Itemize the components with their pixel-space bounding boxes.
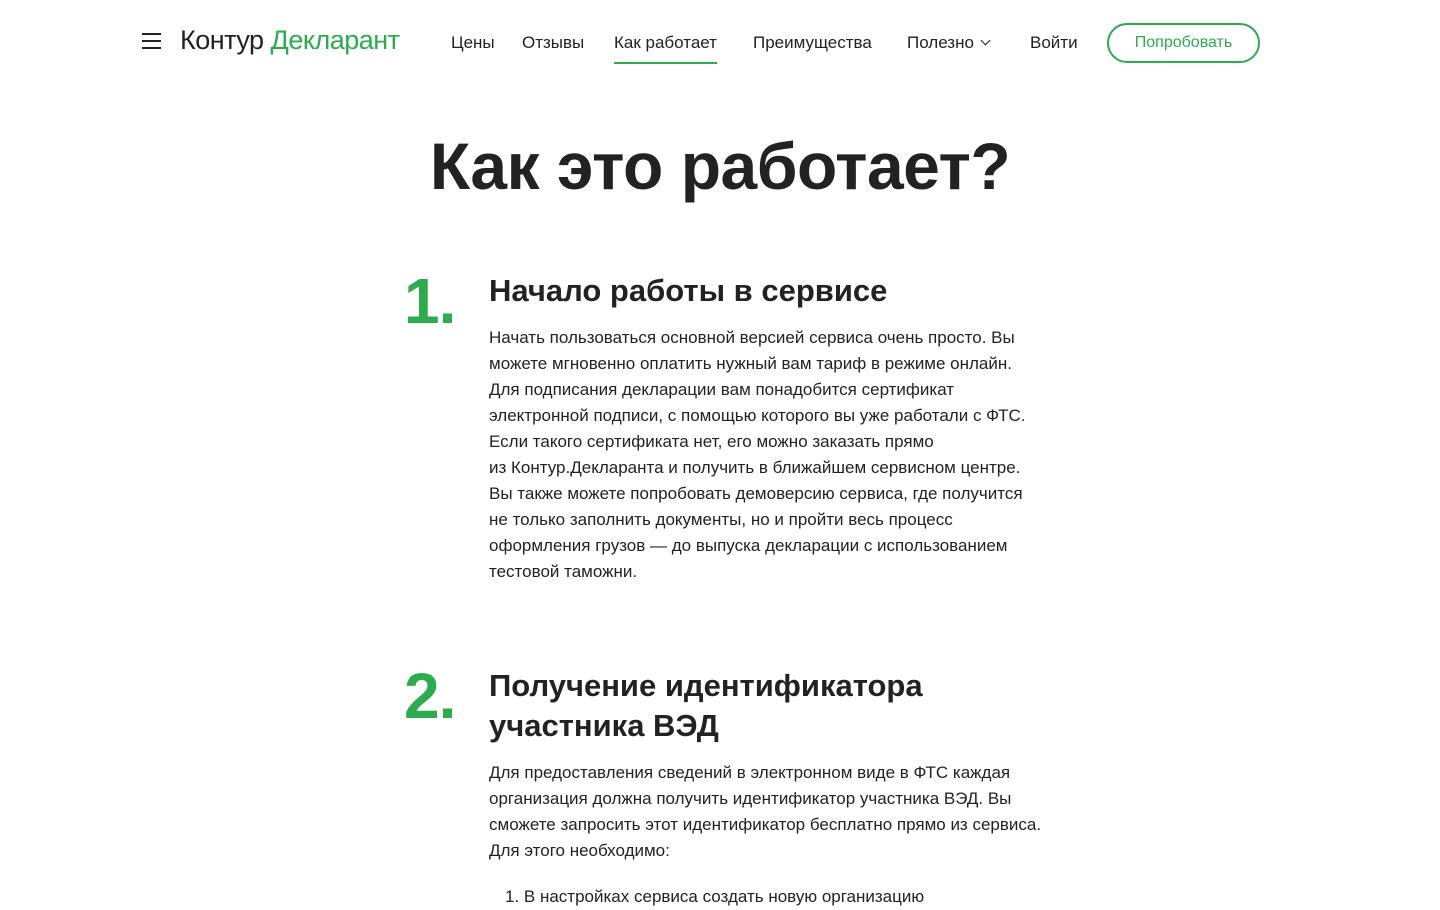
text-line: можете мгновенно оплатить нужный вам тар… — [489, 354, 1012, 373]
step-description: Начать пользоваться основной версией сер… — [489, 325, 1089, 585]
logo-brand: Контур — [180, 25, 264, 55]
text-line: электронной подписи, с помощью которого … — [489, 406, 1026, 425]
text-line: сможете запросить этот идентификатор бес… — [489, 815, 1042, 834]
step-title: Начало работы в сервисе — [489, 273, 888, 308]
step-description: Для предоставления сведений в электронно… — [489, 760, 1089, 864]
text-line: Для этого необходимо: — [489, 841, 670, 860]
text-line: оформления грузов — до выпуска деклараци… — [489, 536, 1008, 555]
list-item: 1. В настройках сервиса создать новую ор… — [505, 887, 925, 906]
chevron-down-icon — [980, 35, 991, 46]
nav-item-how-it-works[interactable]: Как работает — [614, 32, 717, 64]
text-line: Для предоставления сведений в электронно… — [489, 763, 1011, 782]
menu-icon[interactable] — [142, 32, 162, 50]
text-line: Вы также можете попробовать демоверсию с… — [489, 484, 1023, 503]
nav-item-useful-label: Полезно — [907, 33, 974, 52]
text-line: не только заполнить документы, но и прой… — [489, 510, 953, 529]
try-button[interactable]: Попробовать — [1107, 23, 1260, 63]
step-title-line: Получение идентификатора — [489, 668, 923, 703]
nav-item-reviews[interactable]: Отзывы — [522, 32, 584, 54]
step-number: 1. — [404, 265, 456, 337]
site-header: Контур Декларант Цены Отзывы Как работает… — [0, 0, 1440, 86]
text-line: тестовой таможни. — [489, 562, 638, 581]
nav-item-useful[interactable]: Полезно — [907, 32, 991, 54]
step-number: 2. — [404, 660, 456, 732]
logo[interactable]: Контур Декларант — [180, 24, 400, 56]
step-title: Получение идентификатора участника ВЭД — [489, 666, 1089, 746]
text-line: организация должна получить идентификато… — [489, 789, 1012, 808]
logo-product: Декларант — [270, 25, 401, 55]
step-title-line: участника ВЭД — [489, 708, 719, 743]
text-line: Для подписания декларации вам понадобитс… — [489, 380, 955, 399]
text-line: из Контур.Декларанта и получить в ближай… — [489, 458, 1021, 477]
text-line: Начать пользоваться основной версией сер… — [489, 328, 1015, 347]
nav-item-login[interactable]: Войти — [1030, 32, 1078, 54]
nav-item-advantages[interactable]: Преимущества — [753, 32, 872, 54]
nav-item-prices[interactable]: Цены — [451, 32, 495, 54]
page-title: Как это работает? — [429, 129, 1011, 203]
text-line: Если такого сертификата нет, его можно з… — [489, 432, 934, 451]
